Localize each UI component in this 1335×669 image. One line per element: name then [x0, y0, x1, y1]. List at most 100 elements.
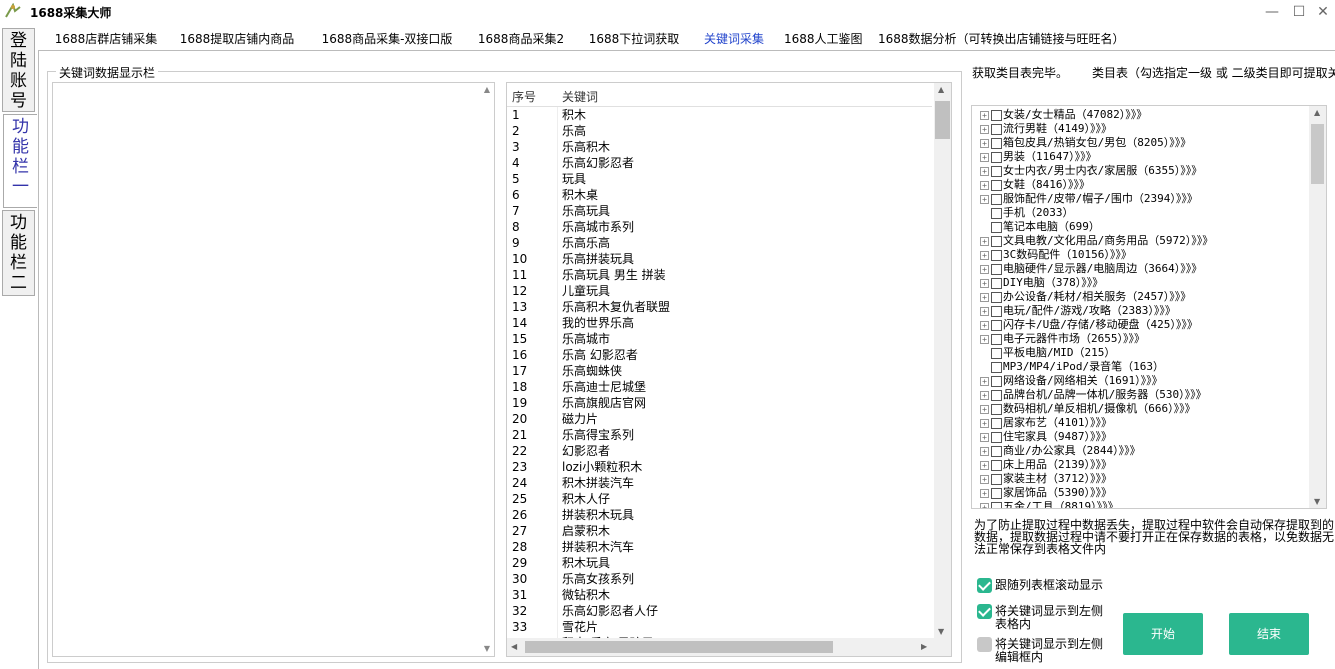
tree-node[interactable]: + 男装（11647）》》》	[980, 150, 1097, 164]
tree-node[interactable]: +3C数码配件（10156）》》》	[980, 248, 1132, 262]
scroll-up-icon[interactable]: ▲	[1314, 108, 1320, 117]
table-row[interactable]: 3 乐高积木	[507, 139, 932, 155]
tree-node[interactable]: + 电子元器件市场（2655）》》》	[980, 332, 1145, 346]
tree-node[interactable]: 平板电脑/MID（215）	[980, 346, 1115, 360]
table-row[interactable]: 4 乐高幻影忍者	[507, 155, 932, 171]
tab-extract-shop-products[interactable]: 1688提取店铺内商品	[172, 29, 302, 50]
tab-shop-group-collect[interactable]: 1688店群店铺采集	[50, 29, 162, 50]
tree-node[interactable]: + 文具电教/文化用品/商务用品（5972）》》》	[980, 234, 1213, 248]
table-row[interactable]: 2 乐高	[507, 123, 932, 139]
tree-node[interactable]: + 女鞋（8416）》》》	[980, 178, 1090, 192]
expand-icon[interactable]: +	[980, 124, 989, 134]
scroll-down-icon[interactable]: ▼	[1314, 497, 1320, 506]
checkbox-box[interactable]	[977, 578, 992, 593]
expand-icon[interactable]: +	[980, 460, 989, 470]
table-horizontal-scrollbar[interactable]: ◀ ▶	[507, 638, 951, 656]
scroll-right-icon[interactable]: ▶	[921, 642, 927, 651]
table-row[interactable]: 14 我的世界乐高	[507, 315, 932, 331]
tree-checkbox[interactable]	[991, 333, 1002, 345]
tree-checkbox[interactable]	[991, 431, 1002, 443]
tree-checkbox[interactable]	[991, 459, 1002, 471]
keyword-edit-box[interactable]: ▲ ▼	[52, 82, 495, 657]
table-row[interactable]: 33 雪花片	[507, 619, 932, 635]
scroll-left-icon[interactable]: ◀	[511, 642, 517, 651]
scrollbar-thumb[interactable]	[525, 641, 833, 653]
expand-icon[interactable]: +	[980, 502, 989, 508]
tree-checkbox[interactable]	[991, 417, 1002, 429]
tree-checkbox[interactable]	[991, 487, 1002, 499]
table-row[interactable]: 30 乐高女孩系列	[507, 571, 932, 587]
category-tree[interactable]: + 女装/女士精品（47082）》》》 + 流行男鞋（4149）》》》 + 箱包皮具/热销…	[971, 105, 1327, 509]
table-row[interactable]: 32 乐高幻影忍者人仔	[507, 603, 932, 619]
table-row[interactable]: 17 乐高蜘蛛侠	[507, 363, 932, 379]
table-row[interactable]: 6 积木桌	[507, 187, 932, 203]
tree-node[interactable]: + 家装主材（3712）》》》	[980, 472, 1112, 486]
expand-icon[interactable]: +	[980, 110, 989, 120]
scroll-down-icon[interactable]: ▼	[938, 627, 944, 636]
end-button[interactable]: 结束	[1229, 613, 1309, 655]
tree-node[interactable]: 笔记本电脑（699）	[980, 220, 1100, 234]
tree-checkbox[interactable]	[991, 249, 1002, 261]
scroll-down-icon[interactable]: ▼	[480, 642, 494, 656]
tree-node[interactable]: + 住宅家具（9487）》》》	[980, 430, 1112, 444]
table-row[interactable]: 24 积木拼装汽车	[507, 475, 932, 491]
tree-checkbox[interactable]	[991, 445, 1002, 457]
tree-node[interactable]: + 女士内衣/男士内衣/家居服（6355）》》》	[980, 164, 1202, 178]
sidebar-tab-function-1[interactable]: 功能栏一	[3, 114, 37, 208]
table-row[interactable]: 12 儿童玩具	[507, 283, 932, 299]
tree-checkbox[interactable]	[991, 375, 1002, 387]
tab-manual-image-review[interactable]: 1688人工鉴图	[780, 29, 866, 50]
expand-icon[interactable]: +	[980, 138, 989, 148]
table-row[interactable]: 9 乐高乐高	[507, 235, 932, 251]
column-header-index[interactable]: 序号	[512, 88, 536, 105]
tree-node[interactable]: + 电脑硬件/显示器/电脑周边（3664）》》》	[980, 262, 1202, 276]
tree-checkbox[interactable]	[991, 473, 1002, 485]
expand-icon[interactable]: +	[980, 278, 989, 288]
tree-node[interactable]: + 流行男鞋（4149）》》》	[980, 122, 1112, 136]
close-icon[interactable]: ✕	[1311, 2, 1335, 22]
tab-data-analysis[interactable]: 1688数据分析（可转换出店铺链接与旺旺名）	[874, 29, 1125, 50]
tree-node[interactable]: + 网络设备/网络相关（1691）》》》	[980, 374, 1163, 388]
tree-checkbox[interactable]	[991, 179, 1002, 191]
table-row[interactable]: 28 拼装积木汽车	[507, 539, 932, 555]
expand-icon[interactable]: +	[980, 488, 989, 498]
tree-checkbox[interactable]	[991, 207, 1002, 219]
scroll-up-icon[interactable]: ▲	[938, 85, 944, 94]
table-row[interactable]: 11 乐高玩具 男生 拼装	[507, 267, 932, 283]
keyword-table[interactable]: 序号 关键词 1 积木 2 乐高 3 乐高积木 4 乐高幻影忍者 5 玩具 6 积木桌 7 乐高玩具 8 乐高…	[506, 82, 952, 657]
tree-checkbox[interactable]	[991, 305, 1002, 317]
table-row[interactable]: 22 幻影忍者	[507, 443, 932, 459]
tree-node[interactable]: + 五金/工具（8819）》》》	[980, 500, 1119, 508]
tree-checkbox[interactable]	[991, 501, 1002, 508]
tree-node[interactable]: + 商业/办公家具（2844）》》》	[980, 444, 1141, 458]
expand-icon[interactable]: +	[980, 404, 989, 414]
expand-icon[interactable]: +	[980, 292, 989, 302]
maximize-icon[interactable]: ☐	[1287, 2, 1311, 22]
tree-checkbox[interactable]	[991, 137, 1002, 149]
tree-checkbox[interactable]	[991, 123, 1002, 135]
scrollbar-thumb[interactable]	[935, 101, 950, 139]
table-row[interactable]: 26 拼装积木玩具	[507, 507, 932, 523]
checkbox-box[interactable]	[977, 604, 992, 619]
tree-checkbox[interactable]	[991, 193, 1002, 205]
tab-dropdown-words[interactable]: 1688下拉词获取	[580, 29, 688, 50]
expand-icon[interactable]: +	[980, 474, 989, 484]
table-row[interactable]: 23 lozi小颗粒积木	[507, 459, 932, 475]
tree-checkbox[interactable]	[991, 319, 1002, 331]
tree-node[interactable]: 手机（2033）	[980, 206, 1074, 220]
tab-keyword-collect[interactable]: 关键词采集	[696, 29, 772, 50]
tree-checkbox[interactable]	[991, 263, 1002, 275]
tree-checkbox[interactable]	[991, 235, 1002, 247]
tree-checkbox[interactable]	[991, 277, 1002, 289]
expand-icon[interactable]: +	[980, 446, 989, 456]
expand-icon[interactable]: +	[980, 306, 989, 316]
tab-product-collect-2[interactable]: 1688商品采集2	[471, 29, 571, 50]
expand-icon[interactable]: +	[980, 236, 989, 246]
table-row[interactable]: 5 玩具	[507, 171, 932, 187]
table-row[interactable]: 1 积木	[507, 107, 932, 123]
tree-checkbox[interactable]	[991, 291, 1002, 303]
expand-icon[interactable]: +	[980, 250, 989, 260]
tree-node[interactable]: + 箱包皮具/热销女包/男包（8205）》》》	[980, 136, 1191, 150]
table-row[interactable]: 27 启蒙积木	[507, 523, 932, 539]
table-row[interactable]: 29 积木玩具	[507, 555, 932, 571]
